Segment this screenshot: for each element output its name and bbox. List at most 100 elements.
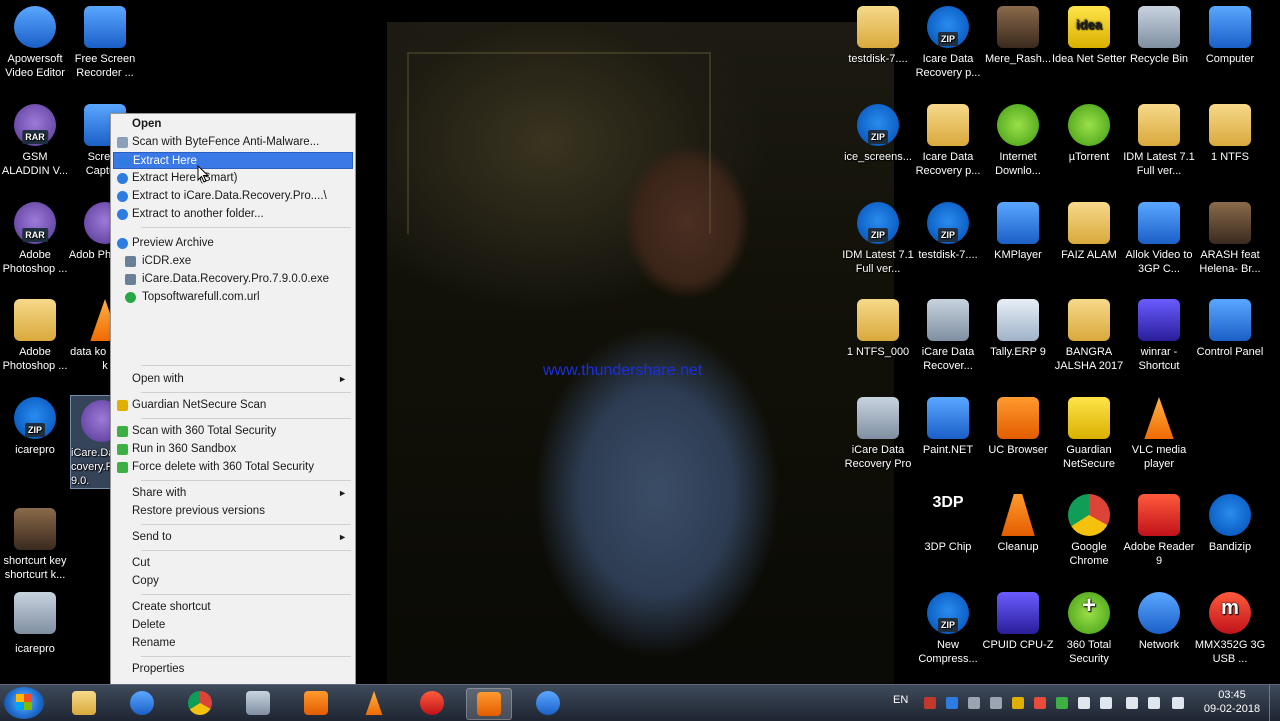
- tray-app-icon[interactable]: [1056, 697, 1068, 709]
- menu-item-guardian-scan[interactable]: Guardian NetSecure Scan: [113, 397, 353, 414]
- menu-item-send-to[interactable]: Send to ►: [113, 529, 353, 546]
- desktop-icon-mmx352g[interactable]: m MMX352G 3G USB ...: [1193, 592, 1267, 666]
- desktop-icon-icare-recover-3[interactable]: iCare Data Recover...: [911, 299, 985, 373]
- desktop-icon-icare-recovery-p-1[interactable]: ZIP Icare Data Recovery p...: [911, 6, 985, 80]
- menu-item-force-delete[interactable]: Force delete with 360 Total Security: [113, 459, 353, 476]
- menu-item-extract-another[interactable]: Extract to another folder...: [113, 206, 353, 223]
- desktop-icon-tally-erp[interactable]: Tally.ERP 9: [981, 299, 1055, 359]
- desktop-icon-guardian-netsecure[interactable]: Guardian NetSecure: [1052, 397, 1126, 471]
- menu-item-icdr-exe[interactable]: iCDR.exe: [113, 253, 353, 270]
- desktop-icon-control-panel[interactable]: Control Panel: [1193, 299, 1267, 359]
- desktop-icon-adobe-photoshop-3[interactable]: Adobe Photoshop ...: [0, 299, 72, 373]
- desktop-icon-icarepro-zip[interactable]: ZIP icarepro: [0, 397, 72, 457]
- show-desktop-button[interactable]: [1269, 685, 1280, 721]
- desktop-icon-faiz-alam[interactable]: FAIZ ALAM: [1052, 202, 1126, 262]
- desktop-icon-cpuid[interactable]: CPUID CPU-Z: [981, 592, 1055, 652]
- taskbar-vlc[interactable]: [352, 688, 396, 718]
- menu-item-share-with[interactable]: Share with ►: [113, 485, 353, 502]
- taskbar-rocket[interactable]: [236, 688, 280, 718]
- desktop-icon-idm-latest-2[interactable]: ZIP IDM Latest 7.1 Full ver...: [841, 202, 915, 276]
- desktop-icon-free-screen-recorder[interactable]: Free Screen Recorder ...: [68, 6, 142, 80]
- desktop-icon-winrar-shortcut[interactable]: winrar - Shortcut: [1122, 299, 1196, 373]
- desktop-icon-ntfs-1[interactable]: 1 NTFS: [1193, 104, 1267, 164]
- tray-app-icon[interactable]: [946, 697, 958, 709]
- menu-item-run-sandbox[interactable]: Run in 360 Sandbox: [113, 441, 353, 458]
- desktop-icon-network[interactable]: Network: [1122, 592, 1196, 652]
- desktop-icon-recycle-bin[interactable]: Recycle Bin: [1122, 6, 1196, 66]
- volume-icon[interactable]: [1126, 697, 1138, 709]
- desktop-icon-icare-data-recovery-selected[interactable]: iCare.Data.Re covery.Pro.7. 9.0.: [70, 395, 112, 489]
- menu-item-open-with[interactable]: Open with ►: [113, 371, 353, 388]
- desktop-icon-icare-recovery-p-2[interactable]: Icare Data Recovery p...: [911, 104, 985, 178]
- menu-item-open[interactable]: Open: [113, 116, 353, 133]
- desktop-icon-idea-net-setter[interactable]: idea Idea Net Setter: [1052, 6, 1126, 66]
- desktop-icon-uc-browser[interactable]: UC Browser: [981, 397, 1055, 457]
- desktop-icon-adobe-reader[interactable]: Adobe Reader 9: [1122, 494, 1196, 568]
- taskbar-mmx[interactable]: [410, 688, 454, 718]
- desktop-icon-internet-download[interactable]: Internet Downlo...: [981, 104, 1055, 178]
- menu-item-copy[interactable]: Copy: [113, 573, 353, 590]
- power-icon[interactable]: [1172, 697, 1184, 709]
- taskbar-internet-explorer[interactable]: [120, 688, 164, 718]
- menu-item-properties[interactable]: Properties: [113, 661, 353, 678]
- desktop-icon-paint-net[interactable]: Paint.NET: [911, 397, 985, 457]
- rar-archive-icon: [81, 400, 111, 442]
- menu-item-create-shortcut[interactable]: Create shortcut: [113, 599, 353, 616]
- network-icon[interactable]: [1100, 697, 1112, 709]
- desktop-icon-arash-feat[interactable]: ARASH feat Helena- Br...: [1193, 202, 1267, 276]
- desktop-icon-3dp-chip[interactable]: 3DP 3DP Chip: [911, 494, 985, 554]
- menu-item-scan-360[interactable]: Scan with 360 Total Security: [113, 423, 353, 440]
- menu-item-rename[interactable]: Rename: [113, 635, 353, 652]
- tray-app-icon[interactable]: [1012, 697, 1024, 709]
- flag-icon[interactable]: [1078, 697, 1090, 709]
- desktop-icon-idm-latest-1[interactable]: IDM Latest 7.1 Full ver...: [1122, 104, 1196, 178]
- menu-item-scan-bytefence[interactable]: Scan with ByteFence Anti-Malware...: [113, 134, 353, 151]
- desktop-icon-bandizip[interactable]: Bandizip: [1193, 494, 1267, 554]
- desktop-icon-ice-screens[interactable]: ZIP ice_screens...: [841, 104, 915, 164]
- menu-item-extract-to[interactable]: Extract to iCare.Data.Recovery.Pro....\: [113, 188, 353, 205]
- desktop-icon-apowersoft[interactable]: Apowersoft Video Editor: [0, 6, 72, 80]
- desktop-icon-allok-video[interactable]: Allok Video to 3GP C...: [1122, 202, 1196, 276]
- menu-item-extract-here-smart[interactable]: Extract Here (Smart): [113, 170, 353, 187]
- desktop-icon-kmplayer[interactable]: KMPlayer: [981, 202, 1055, 262]
- desktop-icon-testdisk-2[interactable]: ZIP testdisk-7....: [911, 202, 985, 262]
- desktop-icon-bangra-jalsha[interactable]: BANGRA JALSHA 2017: [1052, 299, 1126, 373]
- desktop-icon-new-compressed[interactable]: ZIP New Compress...: [911, 592, 985, 666]
- taskbar-apowersoft[interactable]: [526, 688, 570, 718]
- desktop-icon-icarepro-box[interactable]: icarepro: [0, 592, 72, 656]
- folder-icon: [1209, 104, 1251, 146]
- start-button[interactable]: [4, 687, 44, 719]
- tray-app-icon[interactable]: [968, 697, 980, 709]
- taskbar-uc-browser[interactable]: [466, 688, 512, 720]
- tray-app-icon[interactable]: [924, 697, 936, 709]
- desktop-icon-mere-rashke[interactable]: Mere_Rash...: [981, 6, 1055, 66]
- tray-app-icon[interactable]: [1034, 697, 1046, 709]
- menu-item-cut[interactable]: Cut: [113, 555, 353, 572]
- menu-item-topsoftware-url[interactable]: Topsoftwarefull.com.url: [113, 289, 353, 306]
- menu-item-preview-archive[interactable]: Preview Archive: [113, 235, 353, 252]
- taskbar-media[interactable]: [294, 688, 338, 718]
- desktop-icon-vlc[interactable]: VLC media player: [1122, 397, 1196, 471]
- desktop-icon-computer[interactable]: Computer: [1193, 6, 1267, 66]
- desktop-icon-google-chrome[interactable]: Google Chrome: [1052, 494, 1126, 568]
- desktop-icon-360-total-security[interactable]: + 360 Total Security: [1052, 592, 1126, 666]
- clock[interactable]: 03:45 09-02-2018: [1202, 688, 1262, 716]
- taskbar-chrome[interactable]: [178, 688, 222, 718]
- submenu-arrow-icon: ►: [338, 532, 347, 542]
- tray-app-icon[interactable]: [990, 697, 1002, 709]
- desktop-icon-testdisk-1[interactable]: testdisk-7....: [841, 6, 915, 66]
- menu-item-icare-exe[interactable]: iCare.Data.Recovery.Pro.7.9.0.0.exe: [113, 271, 353, 288]
- desktop-icon-gsm-aladdin[interactable]: RAR GSM ALADDIN V...: [0, 104, 72, 178]
- desktop-icon-ntfs-000[interactable]: 1 NTFS_000: [841, 299, 915, 359]
- menu-item-delete[interactable]: Delete: [113, 617, 353, 634]
- desktop-icon-icare-data-recovery-pro[interactable]: iCare Data Recovery Pro: [841, 397, 915, 471]
- desktop-icon-utorrent[interactable]: µTorrent: [1052, 104, 1126, 164]
- taskbar-explorer[interactable]: [62, 688, 106, 718]
- menu-item-extract-here[interactable]: Extract Here: [113, 152, 353, 169]
- desktop-icon-adobe-photoshop-1[interactable]: RAR Adobe Photoshop ...: [0, 202, 72, 276]
- desktop-icon-shortcut-key[interactable]: shortcurt key shortcurt k...: [0, 508, 72, 582]
- desktop-icon-cleanup[interactable]: Cleanup: [981, 494, 1055, 554]
- bluetooth-icon[interactable]: [1148, 697, 1160, 709]
- menu-item-restore-versions[interactable]: Restore previous versions: [113, 503, 353, 520]
- language-indicator[interactable]: EN: [893, 694, 908, 706]
